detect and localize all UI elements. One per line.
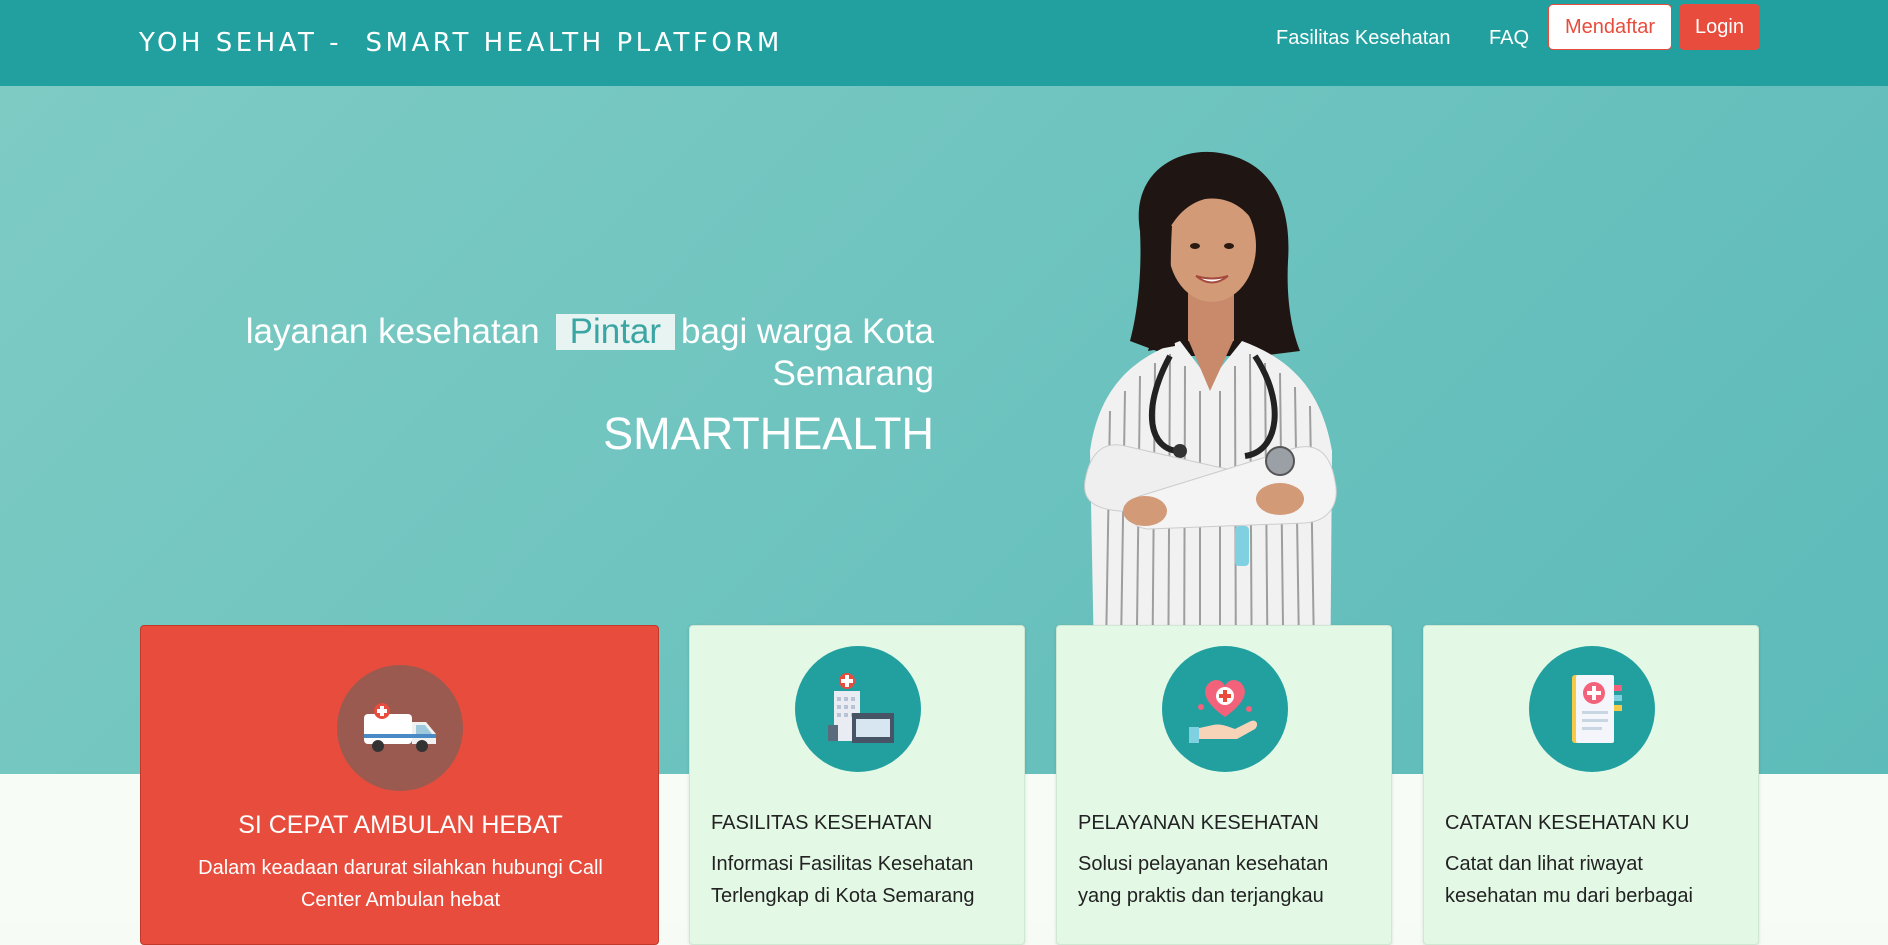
hero-tagline-line2: Semarang [772, 354, 934, 393]
health-facilities-card[interactable]: FASILITAS KESEHATAN Informasi Fasilitas … [689, 625, 1025, 945]
login-button[interactable]: Login [1679, 4, 1760, 50]
tagline-after: bagi warga Kota [681, 312, 934, 351]
hero-tagline: layanan kesehatan Pintar bagi warga Kota [246, 312, 934, 352]
tagline-highlight: Pintar [555, 314, 676, 350]
card-description: Catat dan lihat riwayat kesehatan mu dar… [1445, 853, 1693, 907]
hero-title: SMARTHEALTH [603, 408, 934, 459]
heart-hand-icon [1162, 646, 1288, 772]
card-description: Dalam keadaan darurat silahkan hubungi C… [198, 857, 603, 911]
ambulance-card[interactable]: SI CEPAT AMBULAN HEBAT Dalam keadaan dar… [140, 625, 659, 945]
card-title: SI CEPAT AMBULAN HEBAT [238, 811, 563, 839]
health-records-card[interactable]: CATATAN KESEHATAN KU Catat dan lihat riw… [1423, 625, 1759, 945]
ambulance-icon [337, 665, 463, 791]
card-description: Informasi Fasilitas Kesehatan Terlengkap… [711, 853, 975, 907]
card-title: CATATAN KESEHATAN KU [1445, 812, 1690, 834]
register-button[interactable]: Mendaftar [1548, 4, 1672, 50]
card-description: Solusi pelayanan kesehatan yang praktis … [1078, 853, 1329, 907]
nav-link-fasilitas-kesehatan[interactable]: Fasilitas Kesehatan [1276, 27, 1451, 50]
health-services-card[interactable]: PELAYANAN KESEHATAN Solusi pelayanan kes… [1056, 625, 1392, 945]
medical-record-icon [1529, 646, 1655, 772]
nav-link-faq[interactable]: FAQ [1489, 27, 1529, 50]
navbar: YOH SEHAT - SMART HEALTH PLATFORM Fasili… [0, 0, 1888, 86]
hospital-icon [795, 646, 921, 772]
brand-logo-text[interactable]: YOH SEHAT - SMART HEALTH PLATFORM [139, 28, 783, 58]
tagline-before: layanan kesehatan [245, 312, 540, 351]
card-title: FASILITAS KESEHATAN [711, 812, 933, 834]
card-title: PELAYANAN KESEHATAN [1078, 812, 1319, 834]
